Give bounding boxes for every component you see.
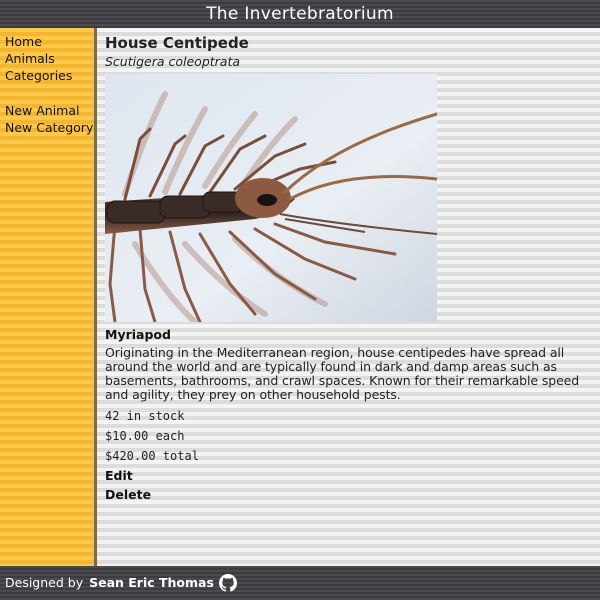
edit-link[interactable]: Edit — [105, 466, 597, 485]
sidebar-item-new-category[interactable]: New Category — [5, 119, 94, 136]
sidebar: Home Animals Categories New Animal New C… — [0, 28, 97, 566]
site-title: The Invertebratorium — [206, 4, 394, 24]
animal-scientific-name: Scutigera coleoptrata — [105, 54, 241, 69]
site-footer: Designed by Sean Eric Thomas — [0, 566, 600, 600]
animal-detail: House Centipede Scutigera coleoptrata My… — [97, 28, 597, 504]
total-price: $420.00 total — [105, 449, 199, 463]
sidebar-nav: Home Animals Categories New Animal New C… — [0, 28, 94, 136]
delete-link[interactable]: Delete — [105, 485, 597, 504]
main-content: House Centipede Scutigera coleoptrata My… — [97, 28, 600, 566]
author-link[interactable]: Sean Eric Thomas — [89, 566, 214, 600]
category-link[interactable]: Myriapod — [105, 327, 597, 343]
stock-count: 42 in stock — [105, 409, 185, 423]
unit-price: $10.00 each — [105, 429, 185, 443]
page: The Invertebratorium Home Animals Catego… — [0, 0, 600, 600]
site-header: The Invertebratorium — [0, 0, 600, 28]
animal-description: Originating in the Mediterranean region,… — [105, 345, 580, 402]
sidebar-item-categories[interactable]: Categories — [5, 67, 94, 84]
designed-by-label: Designed by — [5, 575, 84, 590]
centipede-photo — [105, 74, 437, 322]
animal-name: House Centipede — [105, 34, 249, 52]
sidebar-item-new-animal[interactable]: New Animal — [5, 102, 94, 119]
sidebar-item-home[interactable]: Home — [5, 33, 94, 50]
github-icon[interactable] — [218, 574, 237, 592]
sidebar-item-animals[interactable]: Animals — [5, 50, 94, 67]
